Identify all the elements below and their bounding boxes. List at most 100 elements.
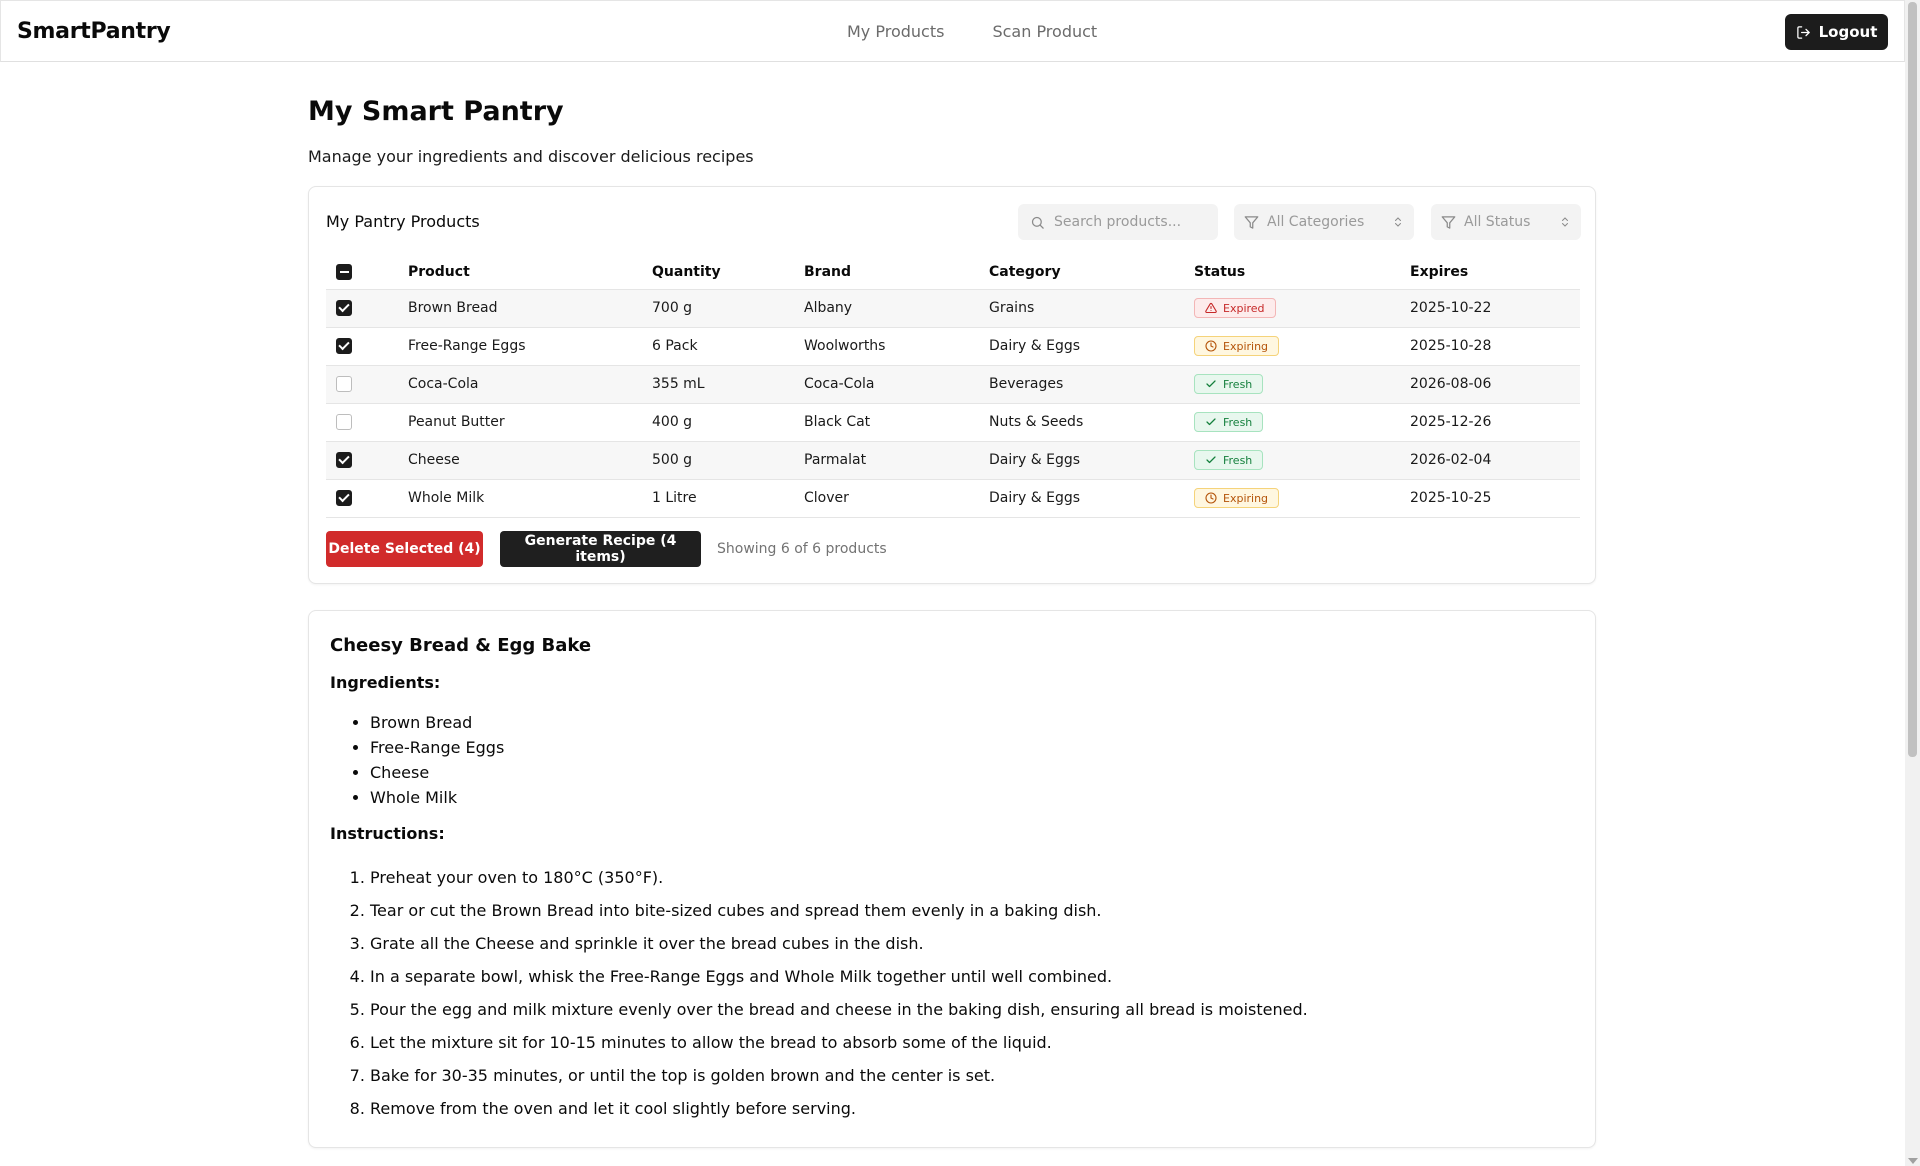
page-subtitle: Manage your ingredients and discover del… [308,147,754,166]
cell-brand: Clover [804,479,989,518]
ingredient-item: Whole Milk [370,785,504,810]
logout-icon [1796,25,1810,39]
cell-quantity: 6 Pack [652,327,804,366]
column-header-product[interactable]: Product [408,255,652,290]
ingredient-item: Cheese [370,760,504,785]
cell-product: Whole Milk [408,479,652,518]
scrollbar-thumb[interactable] [1908,2,1917,757]
status-filter-select[interactable]: All Status [1431,204,1581,240]
row-checkbox[interactable] [336,414,352,430]
logout-button[interactable]: Logout [1785,14,1888,50]
cell-quantity: 1 Litre [652,479,804,518]
nav-link-scan-product[interactable]: Scan Product [992,22,1097,41]
clock-icon [1205,492,1217,504]
ingredient-item: Brown Bread [370,710,504,735]
status-badge-label: Fresh [1223,453,1253,467]
generate-recipe-button[interactable]: Generate Recipe (4 items) [500,531,701,567]
column-header-brand[interactable]: Brand [804,255,989,290]
cell-quantity: 400 g [652,403,804,442]
column-header-category[interactable]: Category [989,255,1194,290]
select-all-checkbox[interactable] [336,263,352,280]
status-badge: Fresh [1194,374,1264,394]
products-table: Product Quantity Brand Category Status E… [326,255,1580,518]
instruction-step: Remove from the oven and let it cool sli… [370,1092,1308,1125]
table-row[interactable]: Whole Milk 1 Litre Clover Dairy & Eggs Expir… [326,479,1580,518]
alert-triangle-icon [1205,302,1217,314]
brand-logo[interactable]: SmartPantry [17,19,171,44]
logout-label: Logout [1818,23,1878,41]
row-checkbox[interactable] [336,452,352,468]
cell-product: Brown Bread [408,289,652,328]
category-filter-select[interactable]: All Categories [1234,204,1414,240]
clock-icon [1205,340,1217,352]
showing-count-text: Showing 6 of 6 products [717,541,887,557]
cell-category: Dairy & Eggs [989,479,1194,518]
nav-link-my-products[interactable]: My Products [847,22,944,41]
status-badge-label: Fresh [1223,377,1253,391]
cell-quantity: 500 g [652,441,804,480]
cell-category: Nuts & Seeds [989,403,1194,442]
cell-brand: Woolworths [804,327,989,366]
check-icon [1206,418,1216,426]
cell-product: Free-Range Eggs [408,327,652,366]
scroll-down-arrow-icon[interactable] [1908,1158,1918,1164]
delete-selected-button[interactable]: Delete Selected (4) [326,531,483,567]
cell-expires: 2026-08-06 [1410,365,1580,404]
page-scrollbar[interactable] [1905,0,1920,1166]
cell-brand: Black Cat [804,403,989,442]
ingredients-list: Brown BreadFree-Range EggsCheeseWhole Mi… [370,710,504,810]
table-row[interactable]: Brown Bread 700 g Albany Grains Expired 2025-… [326,289,1580,328]
status-filter-value: All Status [1464,214,1531,230]
cell-product: Coca-Cola [408,365,652,404]
row-checkbox[interactable] [336,490,352,506]
row-checkbox[interactable] [336,376,352,392]
row-checkbox[interactable] [336,338,352,354]
table-row[interactable]: Cheese 500 g Parmalat Dairy & Eggs Fresh 2026… [326,441,1580,480]
row-checkbox[interactable] [336,300,352,316]
recipe-title: Cheesy Bread & Egg Bake [330,635,592,656]
cell-category: Grains [989,289,1194,328]
status-badge: Fresh [1194,412,1264,432]
instruction-step: Bake for 30-35 minutes, or until the top… [370,1059,1308,1092]
search-input[interactable] [1054,214,1204,230]
column-header-quantity[interactable]: Quantity [652,255,804,290]
table-row[interactable]: Coca-Cola 355 mL Coca-Cola Beverages Fresh 20… [326,365,1580,404]
cell-product: Cheese [408,441,652,480]
top-nav: SmartPantry My Products Scan Product Log… [0,0,1905,62]
products-table-body: Brown Bread 700 g Albany Grains Expired 2025-… [326,289,1580,518]
instruction-step: Preheat your oven to 180°C (350°F). [370,861,1308,894]
ingredients-heading: Ingredients: [330,673,441,692]
cell-category: Dairy & Eggs [989,327,1194,366]
cell-expires: 2025-12-26 [1410,403,1580,442]
instruction-step: In a separate bowl, whisk the Free-Range… [370,960,1308,993]
status-badge: Expiring [1194,336,1280,356]
instruction-step: Grate all the Cheese and sprinkle it ove… [370,927,1308,960]
cell-quantity: 700 g [652,289,804,328]
status-badge-label: Expiring [1223,339,1269,353]
cell-expires: 2026-02-04 [1410,441,1580,480]
cell-product: Peanut Butter [408,403,652,442]
pantry-products-card: My Pantry Products All Categories All St… [308,186,1596,584]
status-badge-label: Fresh [1223,415,1253,429]
cell-expires: 2025-10-25 [1410,479,1580,518]
table-row[interactable]: Free-Range Eggs 6 Pack Woolworths Dairy & E… [326,327,1580,366]
nav-links: My Products Scan Product [847,22,1097,41]
column-header-expires[interactable]: Expires [1410,255,1580,290]
cell-brand: Albany [804,289,989,328]
cell-category: Dairy & Eggs [989,441,1194,480]
status-badge-label: Expiring [1223,491,1269,505]
category-filter-value: All Categories [1267,214,1365,230]
ingredient-item: Free-Range Eggs [370,735,504,760]
table-row[interactable]: Peanut Butter 400 g Black Cat Nuts & Seeds F… [326,403,1580,442]
cell-expires: 2025-10-28 [1410,327,1580,366]
filter-icon [1244,215,1259,229]
check-icon [1206,456,1216,464]
column-header-status[interactable]: Status [1194,255,1410,290]
status-badge: Expired [1194,298,1276,318]
search-field[interactable] [1018,204,1218,240]
chevron-updown-icon [1562,217,1568,227]
cell-category: Beverages [989,365,1194,404]
chevron-updown-icon [1395,217,1401,227]
instruction-step: Tear or cut the Brown Bread into bite-si… [370,894,1308,927]
check-icon [1206,380,1216,388]
